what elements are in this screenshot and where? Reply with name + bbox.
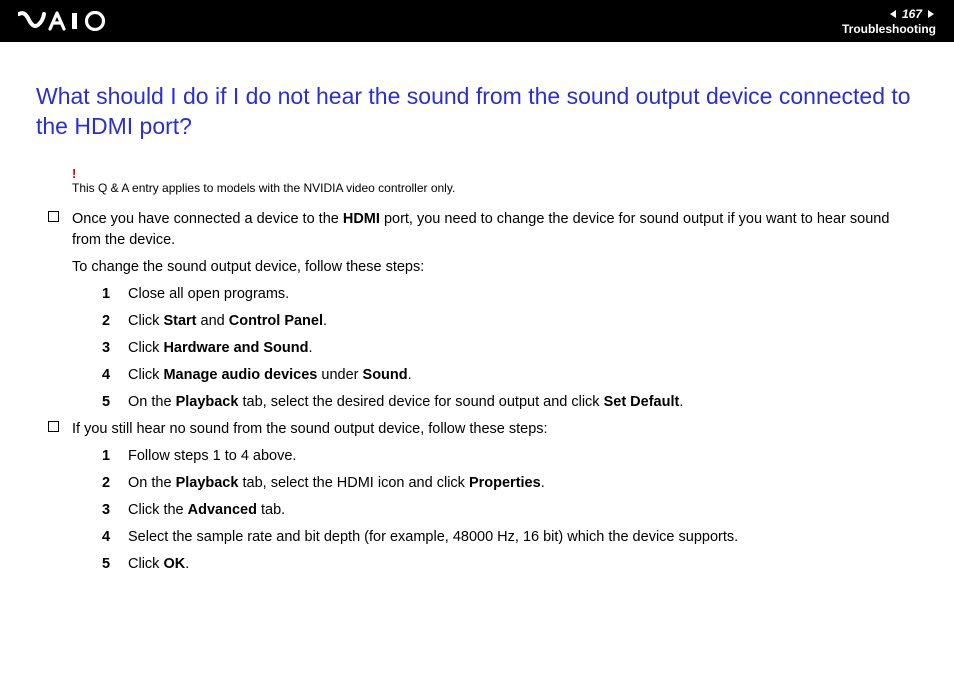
step-text: Click Manage audio devices under Sound.: [128, 365, 412, 386]
step-text: Close all open programs.: [128, 284, 289, 305]
page-navigation: 167: [888, 7, 936, 21]
paragraph: Once you have connected a device to the …: [72, 209, 918, 251]
step-text: Follow steps 1 to 4 above.: [128, 446, 296, 467]
list-item: 5On the Playback tab, select the desired…: [102, 392, 918, 413]
list-item: 1Follow steps 1 to 4 above.: [102, 446, 918, 467]
warning-icon: !: [72, 166, 918, 181]
step-number: 3: [102, 500, 128, 521]
list-item: 3Click the Advanced tab.: [102, 500, 918, 521]
step-text: On the Playback tab, select the desired …: [128, 392, 683, 413]
step-number: 2: [102, 311, 128, 332]
step-number: 1: [102, 284, 128, 305]
page-number: 167: [902, 7, 922, 21]
paragraph: If you still hear no sound from the soun…: [72, 419, 918, 440]
page-header: 167 Troubleshooting: [0, 0, 954, 42]
step-text: Click Hardware and Sound.: [128, 338, 313, 359]
paragraph: To change the sound output device, follo…: [72, 257, 918, 278]
step-text: Select the sample rate and bit depth (fo…: [128, 527, 738, 548]
step-list: 1Close all open programs. 2Click Start a…: [102, 284, 918, 413]
list-item: 1Close all open programs.: [102, 284, 918, 305]
note-block: ! This Q & A entry applies to models wit…: [72, 166, 918, 197]
vaio-logo: [18, 11, 114, 31]
list-item: 4Click Manage audio devices under Sound.: [102, 365, 918, 386]
step-number: 5: [102, 554, 128, 575]
step-number: 3: [102, 338, 128, 359]
next-page-icon[interactable]: [926, 9, 936, 19]
list-item: 3Click Hardware and Sound.: [102, 338, 918, 359]
bullet-item: Once you have connected a device to the …: [72, 209, 918, 413]
step-list: 1Follow steps 1 to 4 above. 2On the Play…: [102, 446, 918, 575]
list-item: 4Select the sample rate and bit depth (f…: [102, 527, 918, 548]
content-area: What should I do if I do not hear the so…: [0, 42, 954, 575]
step-number: 1: [102, 446, 128, 467]
text: Once you have connected a device to the: [72, 211, 343, 227]
bullet-item: If you still hear no sound from the soun…: [72, 419, 918, 575]
section-label: Troubleshooting: [842, 22, 936, 36]
step-number: 2: [102, 473, 128, 494]
square-bullet-icon: [48, 211, 59, 222]
list-item: 2Click Start and Control Panel.: [102, 311, 918, 332]
text-bold: HDMI: [343, 211, 380, 227]
step-text: Click Start and Control Panel.: [128, 311, 327, 332]
square-bullet-icon: [48, 421, 59, 432]
list-item: 5Click OK.: [102, 554, 918, 575]
step-text: On the Playback tab, select the HDMI ico…: [128, 473, 545, 494]
step-text: Click OK.: [128, 554, 189, 575]
step-number: 5: [102, 392, 128, 413]
step-number: 4: [102, 365, 128, 386]
step-text: Click the Advanced tab.: [128, 500, 285, 521]
header-right: 167 Troubleshooting: [842, 7, 936, 36]
step-number: 4: [102, 527, 128, 548]
list-item: 2On the Playback tab, select the HDMI ic…: [102, 473, 918, 494]
note-text: This Q & A entry applies to models with …: [72, 181, 455, 195]
page-title: What should I do if I do not hear the so…: [36, 82, 918, 142]
prev-page-icon[interactable]: [888, 9, 898, 19]
